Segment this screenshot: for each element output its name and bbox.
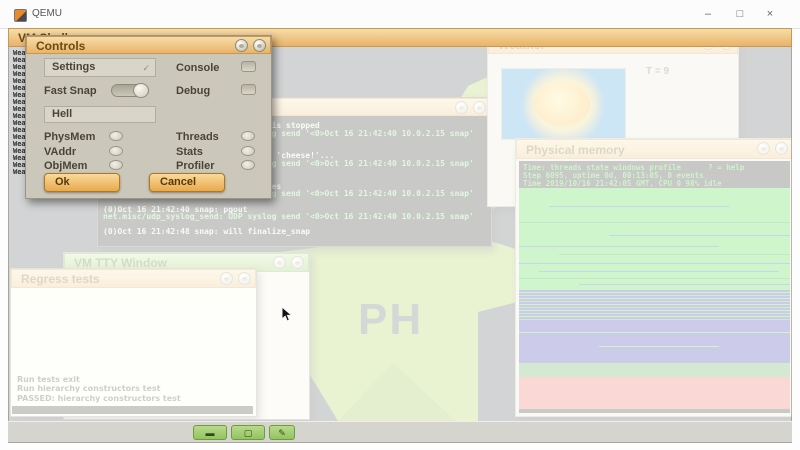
mouse-cursor-icon <box>281 306 293 322</box>
debug-checkbox[interactable] <box>241 84 256 95</box>
maximize-button[interactable]: □ <box>726 6 754 22</box>
controls-titlebar[interactable]: Controls <box>26 36 271 54</box>
physmem-radio-label: PhysMem <box>44 131 95 143</box>
controls-window-button-icon[interactable] <box>235 39 248 52</box>
threads-radio[interactable] <box>241 131 255 141</box>
cancel-button[interactable]: Cancel <box>149 173 225 192</box>
host-window-title: QEMU <box>32 8 62 19</box>
vaddr-radio-label: VAddr <box>44 146 76 158</box>
pencil-icon: ✎ <box>278 428 286 438</box>
taskbar: ▬ ▢ ✎ <box>8 421 792 442</box>
profiler-radio-label: Profiler <box>176 160 215 172</box>
stats-radio[interactable] <box>241 146 255 156</box>
taskbar-window-button[interactable]: ▢ <box>231 425 265 440</box>
close-button[interactable]: × <box>756 6 784 22</box>
objmem-radio[interactable] <box>109 160 123 170</box>
controls-title: Controls <box>36 39 85 53</box>
taskbar-terminal-button[interactable]: ▬ <box>193 425 227 440</box>
window-icon: ▢ <box>244 428 253 438</box>
toggle-knob[interactable] <box>133 83 149 98</box>
stats-radio-label: Stats <box>176 146 203 158</box>
controls-close-button-icon[interactable] <box>253 39 266 52</box>
console-checkbox[interactable] <box>241 61 256 72</box>
minimize-button[interactable]: – <box>694 6 722 22</box>
dropdown-check-icon: ✓ <box>142 60 150 77</box>
threads-radio-label: Threads <box>176 131 219 143</box>
guest-display: PH (0)Oct 16 21:42:40 vm: main thread is… <box>8 28 792 443</box>
host-titlebar: QEMU – □ × <box>0 0 800 29</box>
fast-snap-toggle[interactable] <box>111 84 149 97</box>
objmem-radio-label: ObjMem <box>44 160 87 172</box>
fast-snap-label: Fast Snap <box>44 85 97 97</box>
physmem-radio[interactable] <box>109 131 123 141</box>
hell-input-field[interactable]: Hell <box>44 106 156 123</box>
ok-button[interactable]: Ok <box>44 173 120 192</box>
console-label: Console <box>176 62 219 74</box>
debug-label: Debug <box>176 85 210 97</box>
settings-dropdown[interactable]: Settings ✓ <box>44 58 156 77</box>
terminal-icon: ▬ <box>206 428 215 438</box>
qemu-app-icon <box>14 9 27 22</box>
vaddr-radio[interactable] <box>109 146 123 156</box>
settings-dropdown-label: Settings <box>52 61 95 73</box>
taskbar-edit-button[interactable]: ✎ <box>269 425 295 440</box>
profiler-radio[interactable] <box>241 160 255 170</box>
controls-window: Controls Settings ✓ Console Fast Snap De… <box>25 35 272 199</box>
qemu-host-window: QEMU – □ × PH (0)Oct 16 21:42:40 vm: mai… <box>0 0 800 450</box>
